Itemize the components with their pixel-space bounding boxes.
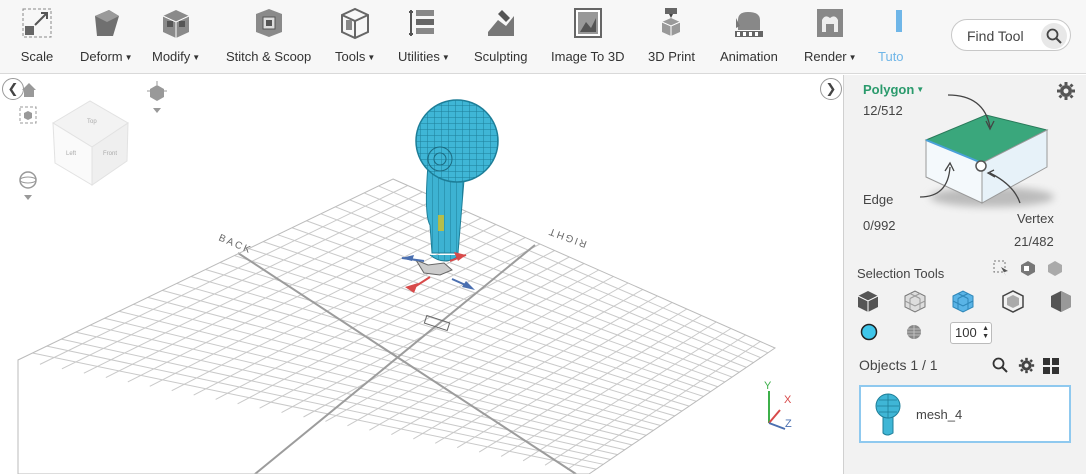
view-mode-icon[interactable]	[146, 81, 168, 115]
back-label: BACK	[217, 233, 254, 257]
select-all-icon[interactable]	[1046, 259, 1064, 277]
axis-x-label: X	[784, 394, 792, 406]
grid-line	[500, 321, 717, 457]
object-card-mesh-4[interactable]: mesh_4	[859, 385, 1071, 443]
animation-tool[interactable]: Animation	[720, 6, 778, 70]
modify-tool[interactable]: Modify ▼	[152, 6, 200, 70]
deform-label: Deform ▼	[80, 49, 133, 64]
grid-line	[566, 341, 761, 471]
view-cube-top: Top	[87, 119, 97, 125]
grid-line	[46, 345, 604, 465]
orbit-icon[interactable]	[18, 171, 38, 201]
edge-label: Edge	[863, 192, 894, 207]
grid-line	[391, 289, 644, 435]
stitch-scoop-icon	[255, 9, 282, 37]
axis-z-label: Z	[785, 418, 792, 430]
tutorials-tool[interactable]: Tuto	[878, 6, 906, 70]
scene-canvas: BACK RIGHT Top Left Front Y X Z	[17, 99, 792, 474]
view-cube-front: Front	[103, 151, 117, 157]
grid-view-icon[interactable]	[1042, 357, 1060, 375]
render-tool[interactable]: Render ▼	[804, 6, 857, 70]
deform-tool[interactable]: Deform ▼	[80, 6, 133, 70]
scale-icon	[22, 8, 52, 38]
brush-sphere-icon[interactable]	[906, 324, 922, 340]
right-label: RIGHT	[546, 225, 588, 249]
mesh-thumbnail	[875, 393, 901, 436]
find-tool-input[interactable]: Find Tool	[951, 19, 1071, 51]
view-cube[interactable]: Top Left Front	[52, 100, 129, 186]
object-name: mesh_4	[916, 407, 963, 422]
lasso-select-icon[interactable]	[992, 259, 1010, 277]
chevron-right-icon: ❯	[825, 81, 837, 96]
tutorials-icon	[896, 10, 902, 32]
half-cube-select-icon[interactable]	[1049, 289, 1073, 313]
scale-label: Scale	[20, 49, 54, 64]
home-icon[interactable]	[20, 81, 38, 99]
brush-size-value: 100	[955, 325, 977, 340]
find-tool-search-button[interactable]	[1041, 23, 1067, 49]
mesh-object[interactable]	[415, 99, 499, 262]
stepper-arrows-icon[interactable]: ▲ ▼	[982, 325, 989, 341]
selection-mode-label: Polygon	[863, 82, 915, 97]
objects-settings-gear-icon[interactable]	[1018, 357, 1035, 374]
face-select-icon[interactable]	[951, 289, 975, 313]
utilities-label: Utilities ▼	[398, 49, 450, 64]
stitch-scoop-tool[interactable]: Stitch & Scoop	[226, 6, 311, 70]
fit-view-icon[interactable]	[18, 105, 38, 125]
grid-line	[90, 324, 625, 451]
sculpting-label: Sculpting	[474, 49, 528, 64]
deform-icon	[95, 10, 120, 36]
3d-print-label: 3D Print	[648, 49, 695, 64]
3d-print-tool[interactable]: 3D Print	[648, 6, 695, 70]
collapse-panel-right-button[interactable]: ❯	[820, 78, 842, 100]
vertex-count: 21/482	[1014, 234, 1054, 249]
stitch-scoop-label: Stitch & Scoop	[226, 49, 312, 64]
edge-count: 0/992	[863, 218, 896, 233]
sculpting-tool[interactable]: Sculpting	[474, 6, 527, 70]
objects-count-label: Objects 1 / 1	[859, 357, 938, 373]
tutorials-label: Tuto	[878, 49, 904, 64]
tools-label: Tools ▼	[335, 49, 376, 64]
brush-color-swatch[interactable]	[860, 323, 878, 341]
axis-y-label: Y	[764, 380, 772, 392]
utilities-icon	[408, 10, 434, 36]
render-label: Render ▼	[804, 49, 857, 64]
wireframe-select-icon[interactable]	[903, 289, 927, 313]
sculpting-icon	[487, 10, 514, 36]
grid-line	[32, 352, 597, 470]
tools-tool[interactable]: Tools ▼	[335, 6, 375, 70]
chevron-left-icon: ❮	[7, 81, 19, 96]
brush-size-stepper[interactable]: 100 ▲ ▼	[950, 322, 992, 344]
utilities-tool[interactable]: Utilities ▼	[398, 6, 450, 70]
selection-panel: Polygon ▼ 12/512 Edge 0/992 Vertex 21/48…	[843, 75, 1086, 474]
scale-tool[interactable]: Scale	[20, 6, 54, 70]
animation-label: Animation	[720, 49, 778, 64]
axis-triad: Y X Z	[764, 380, 792, 430]
select-connected-icon[interactable]	[1019, 259, 1037, 277]
solid-cube-select-icon[interactable]	[856, 289, 880, 313]
image-to-3d-tool[interactable]: Image To 3D	[551, 6, 624, 70]
find-tool-placeholder: Find Tool	[967, 28, 1024, 44]
outline-select-icon[interactable]	[1001, 289, 1025, 313]
selection-tools-label: Selection Tools	[857, 266, 945, 281]
render-icon	[817, 9, 844, 37]
image-to-3d-label: Image To 3D	[551, 49, 625, 64]
toolbar: Scale Deform ▼ Modify ▼ Stitch & Scoop T…	[0, 0, 1086, 74]
search-icon	[1046, 28, 1062, 44]
3d-viewport[interactable]: BACK RIGHT Top Left Front Y X Z ❮ ❯	[0, 75, 842, 474]
selection-mode-diagram	[919, 94, 1054, 207]
polygon-count: 12/512	[863, 103, 903, 118]
objects-search-icon[interactable]	[992, 357, 1008, 373]
view-cube-left: Left	[66, 151, 76, 157]
image-to-3d-icon	[573, 8, 602, 38]
vertex-label: Vertex	[1017, 211, 1054, 226]
3d-print-icon	[662, 8, 681, 36]
modify-icon	[162, 10, 190, 38]
tools-icon	[341, 7, 370, 40]
modify-label: Modify ▼	[152, 49, 201, 64]
animation-icon	[734, 12, 763, 37]
